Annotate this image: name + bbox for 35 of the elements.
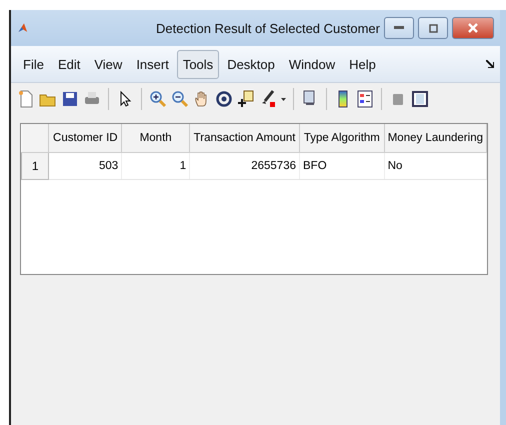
row-header[interactable]: 1 [22,152,49,180]
table-cell: 503 [48,152,122,180]
data-cursor-icon[interactable] [237,90,255,108]
table-cell: No [384,152,486,180]
maximize-button[interactable] [418,17,448,39]
table-cell: BFO [300,152,384,180]
close-icon [468,23,478,33]
dock-arrow-icon[interactable] [486,60,494,68]
close-button[interactable] [452,17,494,39]
menu-item[interactable]: Tools [176,50,220,78]
table-cell: 1 [122,152,190,180]
minimize-button[interactable] [384,17,414,39]
menu-item[interactable]: Edit [52,50,86,78]
legend-icon[interactable] [356,90,374,108]
menu-item[interactable]: Desktop [221,50,281,78]
table-cell: 2655736 [190,152,300,180]
menu-item[interactable]: Window [282,50,342,78]
zoom-in-icon[interactable] [149,90,167,108]
dropdown-caret-icon[interactable] [281,98,286,100]
column-header[interactable]: Type Algorithm [300,124,384,152]
new-file-icon[interactable] [17,90,35,108]
minimize-icon [394,26,404,30]
menu-item[interactable]: File [17,50,50,78]
save-icon[interactable] [61,90,79,108]
column-header[interactable]: Month [122,124,190,152]
zoom-out-icon[interactable] [171,90,189,108]
menu-item[interactable]: View [88,50,128,78]
show-tools-icon[interactable] [411,90,429,108]
window-title: Detection Result of Selected Customer [156,20,380,36]
column-header[interactable]: Transaction Amount [190,124,300,152]
maximize-icon [428,24,438,32]
column-header[interactable]: Money Laundering [384,124,486,152]
menu-item[interactable]: Insert [130,50,175,78]
menu-item[interactable]: Help [343,50,382,78]
column-header[interactable]: Customer ID [48,124,122,152]
